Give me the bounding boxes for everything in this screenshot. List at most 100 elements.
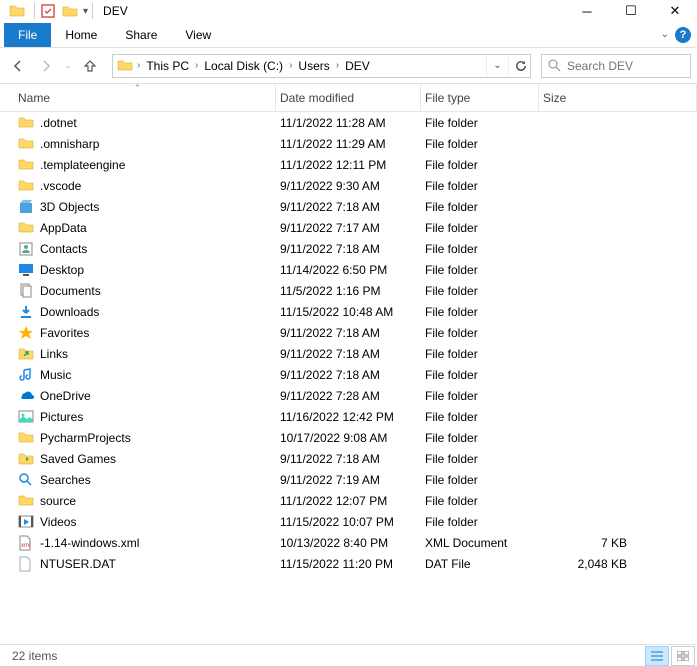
col-date-header[interactable]: Date modified: [276, 84, 421, 111]
file-row[interactable]: Documents11/5/2022 1:16 PMFile folder: [0, 280, 697, 301]
col-date-label: Date modified: [280, 91, 354, 105]
file-type: File folder: [421, 410, 539, 424]
file-name: Pictures: [40, 410, 83, 424]
file-row[interactable]: source11/1/2022 12:07 PMFile folder: [0, 490, 697, 511]
folder-icon: [18, 220, 34, 236]
icons-view-button[interactable]: [671, 646, 695, 666]
search-input[interactable]: [567, 59, 667, 73]
crumb-sep-icon[interactable]: ›: [334, 60, 341, 71]
help-icon[interactable]: ?: [675, 27, 691, 43]
crumb-thispc[interactable]: This PC: [142, 59, 193, 73]
crumb-sep-icon[interactable]: ›: [287, 60, 294, 71]
recent-dropdown-icon[interactable]: ⌄: [62, 54, 74, 78]
col-name-header[interactable]: ⌃Name: [0, 84, 276, 111]
file-type: File folder: [421, 389, 539, 403]
item-count: 22 items: [12, 649, 57, 663]
qat-dropdown-icon[interactable]: ▾: [83, 6, 88, 17]
crumb-users[interactable]: Users: [294, 59, 333, 73]
file-date: 9/11/2022 7:18 AM: [276, 200, 421, 214]
file-row[interactable]: xml-1.14-windows.xml10/13/2022 8:40 PMXM…: [0, 532, 697, 553]
file-row[interactable]: .omnisharp11/1/2022 11:29 AMFile folder: [0, 133, 697, 154]
folder-icon: [18, 157, 34, 173]
file-name: Links: [40, 347, 68, 361]
col-type-header[interactable]: File type: [421, 84, 539, 111]
file-row[interactable]: Downloads11/15/2022 10:48 AMFile folder: [0, 301, 697, 322]
address-dropdown-icon[interactable]: ⌄: [486, 55, 508, 77]
file-row[interactable]: Saved Games9/11/2022 7:18 AMFile folder: [0, 448, 697, 469]
sort-indicator-icon: ⌃: [134, 83, 142, 94]
file-row[interactable]: OneDrive9/11/2022 7:28 AMFile folder: [0, 385, 697, 406]
address-bar[interactable]: › This PC › Local Disk (C:) › Users › DE…: [112, 54, 531, 78]
file-date: 9/11/2022 9:30 AM: [276, 179, 421, 193]
file-date: 11/1/2022 11:29 AM: [276, 137, 421, 151]
file-row[interactable]: Videos11/15/2022 10:07 PMFile folder: [0, 511, 697, 532]
file-type: File folder: [421, 431, 539, 445]
file-type: DAT File: [421, 557, 539, 571]
qat-separator: [34, 3, 35, 19]
file-row[interactable]: .vscode9/11/2022 9:30 AMFile folder: [0, 175, 697, 196]
file-row[interactable]: 3D Objects9/11/2022 7:18 AMFile folder: [0, 196, 697, 217]
file-type: File folder: [421, 326, 539, 340]
file-type: XML Document: [421, 536, 539, 550]
ribbon-expand-icon[interactable]: ⌄: [661, 29, 669, 40]
file-date: 11/1/2022 12:07 PM: [276, 494, 421, 508]
crumb-sep-icon[interactable]: ›: [193, 60, 200, 71]
file-date: 10/17/2022 9:08 AM: [276, 431, 421, 445]
window-title: DEV: [103, 4, 128, 18]
file-row[interactable]: NTUSER.DAT11/15/2022 11:20 PMDAT File2,0…: [0, 553, 697, 574]
ribbon-tabs: File Home Share View ⌄ ?: [0, 22, 697, 48]
file-name: -1.14-windows.xml: [40, 536, 139, 550]
back-button[interactable]: [6, 54, 30, 78]
crumb-localdisk[interactable]: Local Disk (C:): [200, 59, 287, 73]
tab-view[interactable]: View: [171, 23, 225, 47]
file-type: File folder: [421, 263, 539, 277]
details-view-button[interactable]: [645, 646, 669, 666]
file-row[interactable]: Searches9/11/2022 7:19 AMFile folder: [0, 469, 697, 490]
file-row[interactable]: PycharmProjects10/17/2022 9:08 AMFile fo…: [0, 427, 697, 448]
file-row[interactable]: .dotnet11/1/2022 11:28 AMFile folder: [0, 112, 697, 133]
file-name: .vscode: [40, 179, 81, 193]
refresh-button[interactable]: [508, 55, 530, 77]
videos-icon: [18, 514, 34, 530]
search-box[interactable]: [541, 54, 691, 78]
file-date: 11/15/2022 10:48 AM: [276, 305, 421, 319]
file-row[interactable]: Links9/11/2022 7:18 AMFile folder: [0, 343, 697, 364]
file-icon: [18, 556, 34, 572]
col-size-header[interactable]: Size: [539, 84, 697, 111]
file-row[interactable]: Pictures11/16/2022 12:42 PMFile folder: [0, 406, 697, 427]
qat-properties-icon[interactable]: [39, 2, 57, 20]
up-button[interactable]: [78, 54, 102, 78]
saved-icon: [18, 451, 34, 467]
minimize-button[interactable]: ─: [565, 0, 609, 22]
status-bar: 22 items: [0, 644, 697, 666]
file-type: File folder: [421, 137, 539, 151]
file-row[interactable]: Favorites9/11/2022 7:18 AMFile folder: [0, 322, 697, 343]
file-size: 2,048 KB: [539, 557, 697, 571]
file-row[interactable]: Music9/11/2022 7:18 AMFile folder: [0, 364, 697, 385]
maximize-button[interactable]: ☐: [609, 0, 653, 22]
tab-home[interactable]: Home: [51, 23, 111, 47]
file-type: File folder: [421, 158, 539, 172]
file-row[interactable]: Desktop11/14/2022 6:50 PMFile folder: [0, 259, 697, 280]
file-row[interactable]: Contacts9/11/2022 7:18 AMFile folder: [0, 238, 697, 259]
file-row[interactable]: .templateengine11/1/2022 12:11 PMFile fo…: [0, 154, 697, 175]
file-name: Desktop: [40, 263, 84, 277]
file-row[interactable]: AppData9/11/2022 7:17 AMFile folder: [0, 217, 697, 238]
search-icon: [548, 59, 561, 72]
close-button[interactable]: ✕: [653, 0, 697, 22]
crumb-sep-icon[interactable]: ›: [135, 60, 142, 71]
file-name: AppData: [40, 221, 87, 235]
links-icon: [18, 346, 34, 362]
file-name: Contacts: [40, 242, 87, 256]
forward-button[interactable]: [34, 54, 58, 78]
tab-share[interactable]: Share: [111, 23, 171, 47]
searches-icon: [18, 472, 34, 488]
crumb-dev[interactable]: DEV: [341, 59, 374, 73]
favorites-icon: [18, 325, 34, 341]
file-date: 9/11/2022 7:18 AM: [276, 347, 421, 361]
file-type: File folder: [421, 515, 539, 529]
folder-icon: [18, 493, 34, 509]
tab-file[interactable]: File: [4, 23, 51, 47]
file-name: .templateengine: [40, 158, 125, 172]
qat-newfolder-icon[interactable]: [61, 2, 79, 20]
